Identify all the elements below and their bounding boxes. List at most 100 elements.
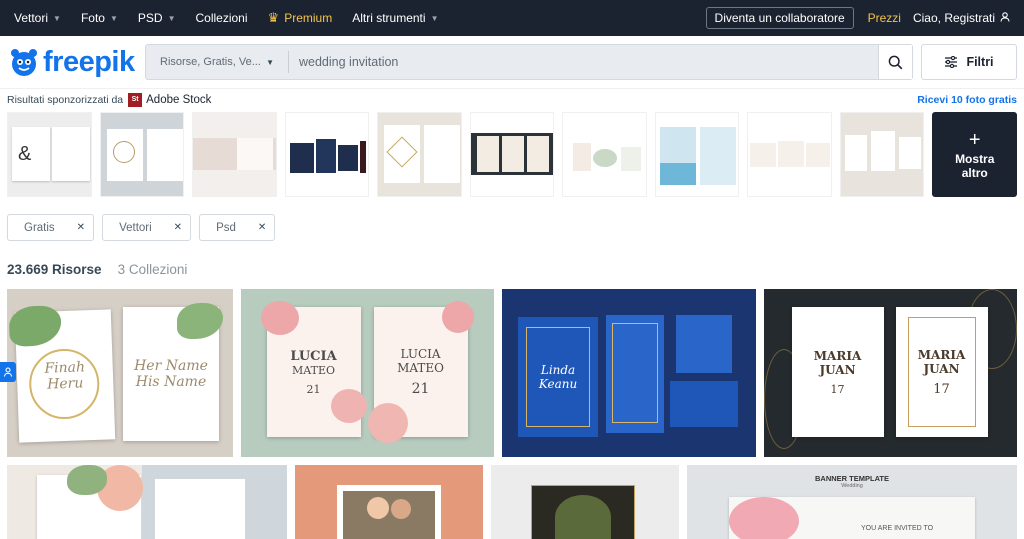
crown-icon: ♛ — [267, 10, 280, 25]
card-name: Finah — [44, 359, 86, 377]
search-type-label: Risorse, Gratis, Ve... — [160, 56, 261, 68]
sponsored-thumb-2[interactable] — [99, 112, 185, 197]
nav-altri-strumenti[interactable]: Altri strumenti ▼ — [352, 11, 438, 25]
sponsored-thumbnails: & + Mostra altro — [0, 110, 1024, 198]
card-name: MATEO — [397, 361, 444, 375]
card-date: 21 — [306, 382, 321, 396]
free-photos-link[interactable]: Ricevi 10 foto gratis — [917, 94, 1017, 106]
chevron-down-icon: ▼ — [109, 13, 118, 23]
collections-link[interactable]: 3 Collezioni — [118, 262, 188, 277]
nav-collezioni[interactable]: Collezioni — [196, 11, 248, 25]
filters-label: Filtri — [966, 55, 994, 69]
result-tile-3[interactable]: Linda Keanu — [502, 289, 756, 457]
adobe-stock-name: Adobe Stock — [146, 93, 212, 106]
chevron-down-icon: ▼ — [53, 13, 61, 23]
show-more-button[interactable]: + Mostra altro — [932, 112, 1017, 197]
banner-title: BANNER TEMPLATE — [814, 474, 890, 483]
pricing-link[interactable]: Prezzi — [868, 11, 901, 25]
card-name: Heru — [46, 375, 84, 393]
banner-invite-text: YOU ARE INVITED TO — [861, 525, 934, 532]
close-icon[interactable]: ✕ — [258, 222, 266, 233]
invitation-card: Finah Heru — [8, 305, 116, 443]
nav-premium[interactable]: ♛ Premium — [268, 10, 333, 26]
search-box: Risorse, Gratis, Ve... ▼ wedding invitati… — [145, 44, 913, 80]
invitation-card: Her Name His Name — [123, 303, 223, 441]
result-tile-5[interactable] — [7, 465, 287, 539]
filters-button[interactable]: Filtri — [921, 44, 1017, 80]
nav-collezioni-label: Collezioni — [195, 11, 248, 25]
chip-label: Gratis — [24, 221, 55, 234]
card-name: MARIA — [813, 348, 862, 363]
search-type-select[interactable]: Risorse, Gratis, Ve... ▼ — [146, 51, 289, 73]
sponsored-thumb-9[interactable] — [747, 112, 832, 197]
active-filters: Gratis ✕ Vettori ✕ Psd ✕ — [0, 198, 1024, 256]
freepik-logo-icon — [11, 49, 37, 76]
result-tile-4[interactable]: MARIA JUAN 17 MARIA JUAN 17 — [763, 289, 1017, 457]
chevron-down-icon: ▼ — [266, 57, 274, 67]
user-icon — [1000, 11, 1010, 25]
search-row: freepik Risorse, Gratis, Ve... ▼ wedding … — [0, 36, 1024, 88]
card-name: MATEO — [292, 363, 336, 377]
filter-chip-vettori[interactable]: Vettori ✕ — [102, 214, 192, 241]
logo-text: freepik — [43, 45, 135, 78]
sponsored-thumb-6[interactable] — [469, 112, 555, 197]
sponsored-bar: Risultati sponzorizzati da St Adobe Stoc… — [0, 88, 1024, 110]
result-tile-6[interactable] — [295, 465, 483, 539]
card-name: LUCIA — [290, 348, 337, 364]
nav-psd-label: PSD — [137, 11, 163, 25]
results-count: 23.669 Risorse — [7, 262, 102, 277]
nav-vettori-label: Vettori — [14, 11, 49, 25]
results-grid-row-2: BANNER TEMPLATE Wedding YOU ARE INVITED … — [0, 465, 1024, 539]
nav-psd[interactable]: PSD ▼ — [138, 11, 176, 25]
invitation-card: LUCIA MATEO 21 — [367, 301, 474, 443]
sponsored-thumb-7[interactable] — [562, 112, 647, 197]
adobe-stock-logo: St — [128, 92, 143, 107]
search-input[interactable]: wedding invitation — [289, 55, 878, 69]
login-link[interactable]: Ciao, Registrati — [913, 11, 1010, 25]
chip-label: Vettori — [119, 221, 152, 234]
sponsored-thumb-5[interactable] — [377, 112, 462, 197]
sponsored-thumb-10[interactable] — [839, 112, 925, 197]
banner-subtitle: Wedding — [841, 483, 863, 489]
sponsored-thumb-1[interactable]: & — [7, 112, 92, 197]
top-navigation: Vettori ▼ Foto ▼ PSD ▼ Collezioni ♛ Premium … — [0, 0, 1024, 36]
search-button[interactable] — [878, 45, 912, 79]
close-icon[interactable]: ✕ — [174, 222, 182, 233]
chevron-down-icon: ▼ — [430, 13, 439, 23]
invitation-card: MARIA JUAN 17 — [791, 307, 884, 437]
collaborator-button[interactable]: Diventa un collaboratore — [705, 7, 854, 29]
card-name: JUAN — [819, 362, 856, 377]
nav-altri-label: Altri strumenti — [352, 11, 426, 25]
invitation-card: MARIA JUAN 17 — [895, 307, 988, 437]
invitation-card — [676, 315, 733, 373]
sponsored-thumb-3[interactable] — [192, 112, 277, 197]
chevron-down-icon: ▼ — [167, 13, 176, 23]
sponsored-thumb-4[interactable] — [284, 112, 370, 197]
search-icon — [888, 55, 903, 69]
nav-foto-label: Foto — [80, 11, 105, 25]
filter-chip-psd[interactable]: Psd ✕ — [199, 214, 276, 241]
sponsored-thumb-8[interactable] — [654, 112, 740, 197]
card-name: His Name — [135, 374, 207, 390]
chip-label: Psd — [216, 221, 236, 234]
login-label: Ciao, Registrati — [912, 11, 995, 25]
card-name: LUCIA — [400, 347, 441, 361]
feedback-tab[interactable] — [0, 362, 16, 382]
result-tile-1[interactable]: Finah Heru Her Name His Name — [7, 289, 233, 457]
invitation-card — [670, 381, 739, 427]
user-icon — [3, 367, 13, 377]
sliders-icon — [945, 56, 958, 68]
show-more-label: Mostra altro — [955, 152, 995, 180]
close-icon[interactable]: ✕ — [77, 222, 85, 233]
filter-chip-gratis[interactable]: Gratis ✕ — [7, 214, 95, 241]
card-name: Her Name — [134, 358, 208, 374]
result-tile-7[interactable] — [491, 465, 679, 539]
nav-vettori[interactable]: Vettori ▼ — [14, 11, 61, 25]
nav-foto[interactable]: Foto ▼ — [81, 11, 118, 25]
freepik-logo[interactable]: freepik — [7, 45, 145, 79]
result-tile-8[interactable]: BANNER TEMPLATE Wedding YOU ARE INVITED … — [687, 465, 1017, 539]
invitation-card — [606, 315, 665, 433]
results-summary: 23.669 Risorse 3 Collezioni — [0, 256, 1024, 289]
sponsored-label: Risultati sponzorizzati da — [7, 93, 124, 106]
result-tile-2[interactable]: LUCIA MATEO 21 LUCIA MATEO 21 — [240, 289, 495, 457]
